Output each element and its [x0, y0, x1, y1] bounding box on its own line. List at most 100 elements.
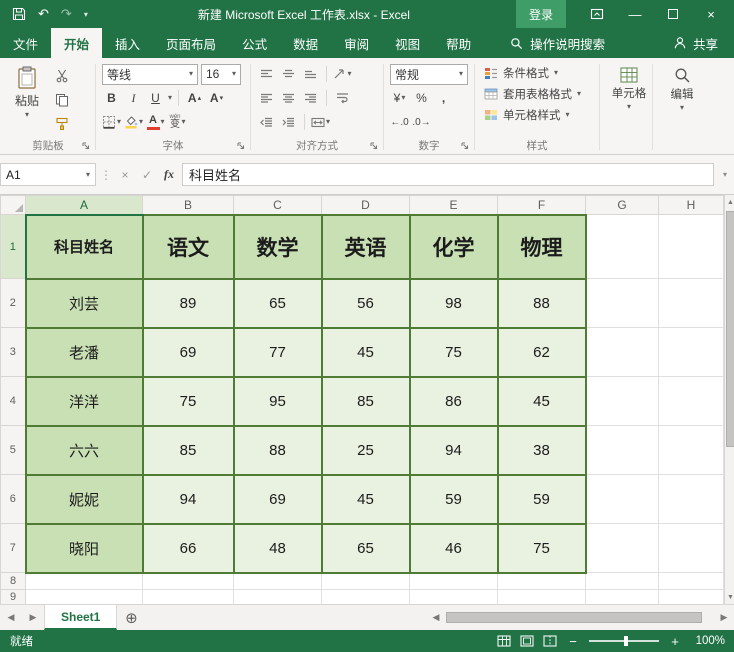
- cell-H4[interactable]: [658, 376, 724, 426]
- cell-F3[interactable]: 62: [496, 326, 587, 378]
- conditional-formatting-button[interactable]: 条件格式 ▾: [481, 62, 593, 83]
- cell-C6[interactable]: 69: [232, 473, 323, 525]
- cell-H1[interactable]: [658, 214, 724, 279]
- column-header-B[interactable]: B: [142, 195, 234, 215]
- align-bottom-button[interactable]: [301, 64, 320, 84]
- tab-formulas[interactable]: 公式: [229, 28, 280, 58]
- format-as-table-button[interactable]: 套用表格格式 ▾: [481, 83, 593, 104]
- cell-E8[interactable]: [409, 572, 498, 590]
- ribbon-display-options-button[interactable]: [584, 2, 610, 26]
- cell-B1[interactable]: 语文: [141, 213, 235, 280]
- vertical-scrollbar[interactable]: ▲ ▼: [724, 195, 734, 604]
- align-left-button[interactable]: [257, 88, 276, 108]
- close-button[interactable]: ×: [698, 2, 724, 26]
- row-header-1[interactable]: 1: [0, 214, 27, 279]
- cell-D1[interactable]: 英语: [320, 213, 411, 280]
- cell-G4[interactable]: [585, 376, 659, 426]
- row-header-7[interactable]: 7: [0, 523, 26, 573]
- cut-button[interactable]: [51, 66, 73, 86]
- page-break-view-button[interactable]: [543, 635, 557, 647]
- cell-A8[interactable]: [25, 572, 143, 590]
- tab-data[interactable]: 数据: [280, 28, 331, 58]
- align-center-button[interactable]: [279, 88, 298, 108]
- cell-G7[interactable]: [585, 523, 659, 573]
- enter-button[interactable]: ✓: [138, 168, 156, 182]
- row-header-2[interactable]: 2: [0, 278, 26, 328]
- cell-B7[interactable]: 66: [141, 522, 235, 574]
- cell-H3[interactable]: [658, 327, 724, 377]
- cell-E3[interactable]: 75: [408, 326, 499, 378]
- cell-D4[interactable]: 85: [320, 375, 411, 427]
- tell-me-search[interactable]: 操作说明搜索: [510, 28, 605, 58]
- insert-function-button[interactable]: fx: [160, 167, 178, 182]
- customize-qat-caret-icon[interactable]: ▾: [84, 10, 88, 19]
- align-top-button[interactable]: [257, 64, 276, 84]
- tab-page-layout[interactable]: 页面布局: [153, 28, 229, 58]
- formula-bar-drag-handle[interactable]: ⋮: [100, 168, 112, 182]
- bold-button[interactable]: B: [102, 88, 121, 108]
- cell-G8[interactable]: [585, 572, 659, 590]
- align-middle-button[interactable]: [279, 64, 298, 84]
- cell-H9[interactable]: [658, 589, 724, 604]
- select-all-corner[interactable]: [0, 195, 26, 215]
- cell-G3[interactable]: [585, 327, 659, 377]
- cell-B6[interactable]: 94: [141, 473, 235, 525]
- maximize-button[interactable]: [660, 2, 686, 26]
- sheet-nav-right-icon[interactable]: ▶: [22, 605, 44, 630]
- row-header-3[interactable]: 3: [0, 327, 26, 377]
- cell-B3[interactable]: 69: [141, 326, 235, 378]
- zoom-out-button[interactable]: −: [566, 634, 580, 649]
- cell-C5[interactable]: 88: [232, 424, 323, 476]
- cell-E9[interactable]: [409, 589, 498, 604]
- accounting-format-button[interactable]: ¥ ▾: [390, 88, 409, 108]
- cancel-button[interactable]: ×: [116, 168, 134, 182]
- increase-decimal-button[interactable]: ←.0: [390, 112, 409, 132]
- cell-C4[interactable]: 95: [232, 375, 323, 427]
- cell-E1[interactable]: 化学: [408, 213, 499, 280]
- cell-H6[interactable]: [658, 474, 724, 524]
- percent-style-button[interactable]: %: [412, 88, 431, 108]
- horizontal-scrollbar[interactable]: ◀ ▶: [428, 605, 734, 630]
- tab-help[interactable]: 帮助: [433, 28, 484, 58]
- underline-button[interactable]: U: [146, 88, 165, 108]
- fill-color-button[interactable]: ▾: [124, 112, 143, 132]
- column-header-E[interactable]: E: [409, 195, 498, 215]
- cell-G2[interactable]: [585, 278, 659, 328]
- cell-E6[interactable]: 59: [408, 473, 499, 525]
- cell-G5[interactable]: [585, 425, 659, 475]
- tab-review[interactable]: 审阅: [331, 28, 382, 58]
- cell-D9[interactable]: [321, 589, 410, 604]
- column-header-G[interactable]: G: [585, 195, 659, 215]
- cell-H2[interactable]: [658, 278, 724, 328]
- zoom-slider[interactable]: [589, 636, 659, 646]
- cell-E5[interactable]: 94: [408, 424, 499, 476]
- cell-F1[interactable]: 物理: [496, 213, 587, 280]
- row-header-9[interactable]: 9: [0, 589, 26, 604]
- cell-F2[interactable]: 88: [496, 277, 587, 329]
- column-header-F[interactable]: F: [497, 195, 586, 215]
- italic-button[interactable]: I: [124, 88, 143, 108]
- tab-view[interactable]: 视图: [382, 28, 433, 58]
- number-format-select[interactable]: 常规 ▾: [390, 63, 468, 85]
- zoom-slider-thumb[interactable]: [624, 636, 628, 646]
- merge-center-button[interactable]: ▾: [311, 112, 330, 132]
- cell-F8[interactable]: [497, 572, 586, 590]
- cell-B4[interactable]: 75: [141, 375, 235, 427]
- cell-D2[interactable]: 56: [320, 277, 411, 329]
- cell-D7[interactable]: 65: [320, 522, 411, 574]
- cell-C1[interactable]: 数学: [232, 213, 323, 280]
- cells-button[interactable]: 单元格 ▾: [606, 62, 652, 111]
- cell-E7[interactable]: 46: [408, 522, 499, 574]
- cell-F4[interactable]: 45: [496, 375, 587, 427]
- scroll-down-icon[interactable]: ▼: [725, 590, 734, 604]
- cell-D8[interactable]: [321, 572, 410, 590]
- cell-A4[interactable]: 洋洋: [24, 375, 144, 427]
- orientation-button[interactable]: ▾: [333, 64, 352, 84]
- cell-F9[interactable]: [497, 589, 586, 604]
- cell-E2[interactable]: 98: [408, 277, 499, 329]
- format-painter-button[interactable]: [51, 114, 73, 134]
- copy-button[interactable]: [51, 90, 73, 110]
- cell-F6[interactable]: 59: [496, 473, 587, 525]
- horizontal-scroll-thumb[interactable]: [446, 612, 702, 623]
- cell-C2[interactable]: 65: [232, 277, 323, 329]
